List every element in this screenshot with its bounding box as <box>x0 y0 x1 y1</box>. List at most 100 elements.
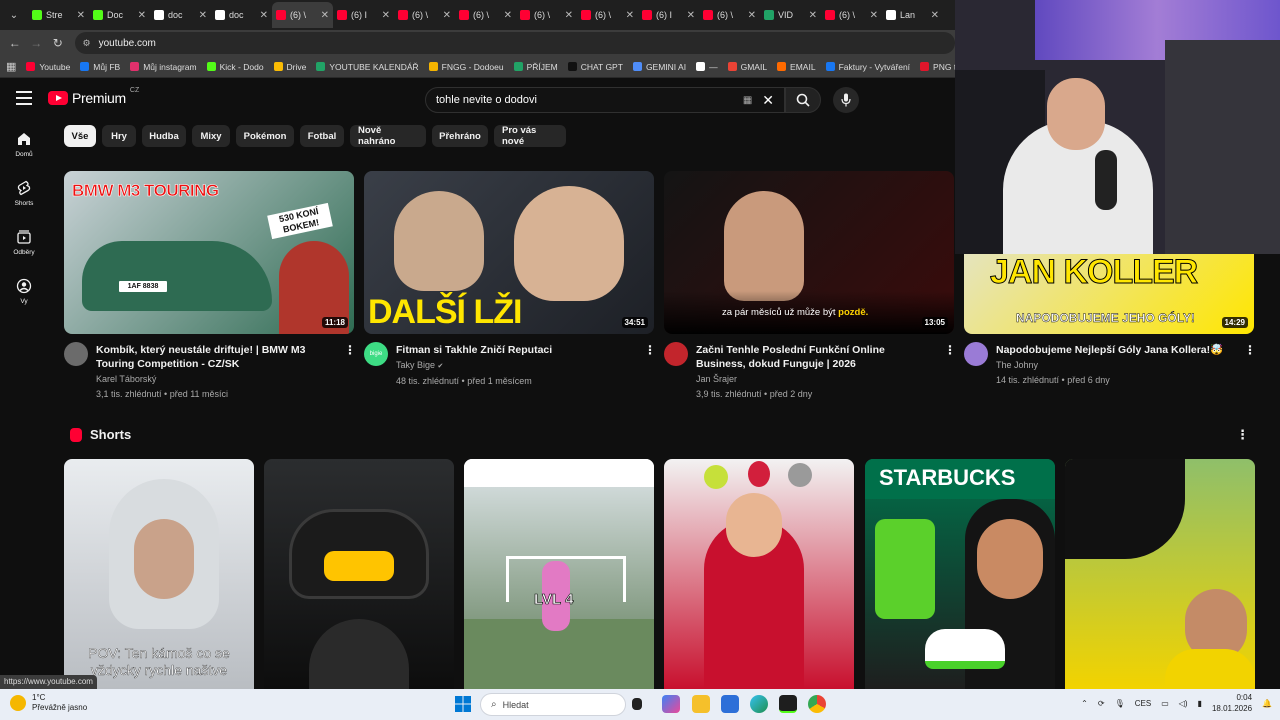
notification-bell-icon[interactable]: 🔔 <box>1262 699 1272 708</box>
tab-close-icon[interactable]: ✕ <box>199 10 207 21</box>
short-thumbnail[interactable] <box>664 459 854 689</box>
bookmark-item[interactable]: Youtube <box>26 62 70 72</box>
tab-close-icon[interactable]: ✕ <box>565 10 573 21</box>
chip-watched[interactable]: Přehráno <box>432 125 488 147</box>
more-options-icon[interactable]: ⋮ <box>1244 343 1256 357</box>
channel-name[interactable]: The Johny <box>996 358 1236 373</box>
browser-tab[interactable]: (6) \ ✕ <box>272 2 333 28</box>
bookmark-item[interactable]: PNG to PDF <box>920 62 955 72</box>
tab-close-icon[interactable]: ✕ <box>382 10 390 21</box>
chip-recently-uploaded[interactable]: Nově nahráno <box>350 125 426 147</box>
bookmark-item[interactable]: Kick - Dodo <box>206 62 264 72</box>
chip-football[interactable]: Fotbal <box>300 125 344 147</box>
chrome-icon[interactable] <box>808 695 826 713</box>
bookmark-item[interactable]: GEMINI AI <box>632 62 686 72</box>
terminal-icon[interactable] <box>779 695 797 713</box>
tab-close-icon[interactable]: ✕ <box>931 10 939 21</box>
browser-tab[interactable]: VID ✕ <box>760 2 821 28</box>
sidebar-item-shorts[interactable]: Shorts <box>0 180 48 207</box>
short-thumbnail[interactable]: POV: Ten kámoš co se vždycky rychle našt… <box>64 459 254 689</box>
tab-close-icon[interactable]: ✕ <box>443 10 451 21</box>
sidebar-item-home[interactable]: Domů <box>0 131 48 158</box>
tab-close-icon[interactable]: ✕ <box>626 10 634 21</box>
url-field[interactable]: ⚙ youtube.com <box>74 32 955 54</box>
channel-name[interactable]: Jan Šrajer <box>696 372 936 387</box>
tab-close-icon[interactable]: ✕ <box>321 10 329 21</box>
bookmark-item[interactable]: EMAIL <box>777 62 816 72</box>
taskbar-search-input[interactable]: ⌕ Hledat <box>480 693 626 716</box>
short-thumbnail[interactable] <box>264 459 454 689</box>
start-icon[interactable] <box>454 695 472 713</box>
bookmark-item[interactable]: Můj FB <box>80 62 120 72</box>
bookmark-item[interactable]: Faktury - Vytváření <box>825 62 910 72</box>
tab-close-icon[interactable]: ✕ <box>748 10 756 21</box>
tab-close-icon[interactable]: ✕ <box>809 10 817 21</box>
video-thumbnail[interactable]: za pár měsíců už může být pozdě. 13:05 <box>664 171 954 334</box>
bookmark-item[interactable]: Drive <box>273 62 306 72</box>
tray-chevron-icon[interactable]: ⌃ <box>1081 699 1088 708</box>
weather-widget[interactable]: 1°C Převážně jasno <box>10 693 87 713</box>
tab-close-icon[interactable]: ✕ <box>504 10 512 21</box>
bookmark-item[interactable]: — <box>696 62 718 72</box>
chip-new-to-you[interactable]: Pro vás nové <box>494 125 566 147</box>
sidebar-item-subscriptions[interactable]: Odběry <box>0 229 48 256</box>
search-button[interactable] <box>785 87 821 113</box>
shorts-more-icon[interactable]: ⋮ <box>1236 427 1249 443</box>
tab-close-icon[interactable]: ✕ <box>138 10 146 21</box>
tab-close-icon[interactable]: ✕ <box>870 10 878 21</box>
tab-close-icon[interactable]: ✕ <box>77 10 85 21</box>
bookmark-item[interactable]: PŘÍJEM <box>513 62 558 72</box>
keyboard-icon[interactable]: ▦ <box>743 95 752 106</box>
copilot-icon[interactable] <box>662 695 680 713</box>
file-explorer-icon[interactable] <box>692 695 710 713</box>
bookmark-item[interactable]: CHAT GPT <box>567 62 623 72</box>
bookmark-item[interactable]: Můj instagram <box>130 62 197 72</box>
sidebar-item-you[interactable]: Vy <box>0 278 48 305</box>
browser-tab[interactable]: Doc ✕ <box>89 2 150 28</box>
search-input[interactable]: tohle nevite o dodovi ▦ ✕ <box>425 87 785 113</box>
chip-all[interactable]: Vše <box>64 125 96 147</box>
reload-icon[interactable]: ↻ <box>47 36 69 50</box>
clear-search-icon[interactable]: ✕ <box>762 92 774 109</box>
more-options-icon[interactable]: ⋮ <box>344 343 356 357</box>
browser-tab[interactable]: (6) \ ✕ <box>699 2 760 28</box>
outlook-icon[interactable] <box>721 695 739 713</box>
more-options-icon[interactable]: ⋮ <box>644 343 656 357</box>
browser-tab[interactable]: Lan ✕ <box>882 2 943 28</box>
short-thumbnail[interactable] <box>1065 459 1255 689</box>
language-indicator[interactable]: CES <box>1135 699 1151 708</box>
edge-icon[interactable] <box>750 695 768 713</box>
site-info-icon[interactable]: ⚙ <box>83 38 91 49</box>
channel-name[interactable]: Taky Bige <box>396 360 435 370</box>
chip-music[interactable]: Hudba <box>142 125 186 147</box>
browser-tab[interactable]: Stre ✕ <box>28 2 89 28</box>
forward-icon[interactable]: → <box>26 36 48 50</box>
network-icon[interactable]: ▭ <box>1161 699 1169 708</box>
browser-tab[interactable]: doc ✕ <box>150 2 211 28</box>
video-title[interactable]: Napodobujeme Nejlepší Góly Jana Kollera!… <box>996 343 1246 357</box>
video-title[interactable]: Kombík, který neustále driftuje! | BMW M… <box>96 343 336 371</box>
short-thumbnail[interactable]: STARBUCKS <box>865 459 1055 689</box>
bookmark-item[interactable]: GMAIL <box>727 62 767 72</box>
channel-avatar[interactable] <box>664 342 688 366</box>
apps-icon[interactable]: ▦ <box>6 60 16 73</box>
voice-search-button[interactable] <box>833 87 859 113</box>
back-icon[interactable]: ← <box>4 36 26 50</box>
channel-avatar[interactable]: bigie <box>364 342 388 366</box>
more-options-icon[interactable]: ⋮ <box>944 343 956 357</box>
browser-tab[interactable]: doc ✕ <box>211 2 272 28</box>
chip-games[interactable]: Hry <box>102 125 136 147</box>
channel-avatar[interactable] <box>964 342 988 366</box>
battery-icon[interactable]: ▮ <box>1198 699 1202 708</box>
bookmark-item[interactable]: FNGG - Dodoeu <box>428 62 504 72</box>
chip-mixes[interactable]: Mixy <box>192 125 230 147</box>
browser-tab[interactable]: (6) \ ✕ <box>516 2 577 28</box>
video-thumbnail[interactable]: BMW M3 TOURING 530 KONÍ BOKEM! 1AF 8838 … <box>64 171 354 334</box>
browser-tab[interactable]: (6) \ ✕ <box>821 2 882 28</box>
channel-name[interactable]: Karel Táborský <box>96 372 336 387</box>
menu-icon[interactable] <box>16 91 32 105</box>
clock[interactable]: 0:04 18.01.2026 <box>1212 692 1252 714</box>
video-title[interactable]: Začni Tenhle Poslední Funkční Online Bus… <box>696 343 936 371</box>
browser-tab[interactable]: (6) \ ✕ <box>455 2 516 28</box>
tab-search-chevron-icon[interactable]: ⌄ <box>0 0 28 30</box>
